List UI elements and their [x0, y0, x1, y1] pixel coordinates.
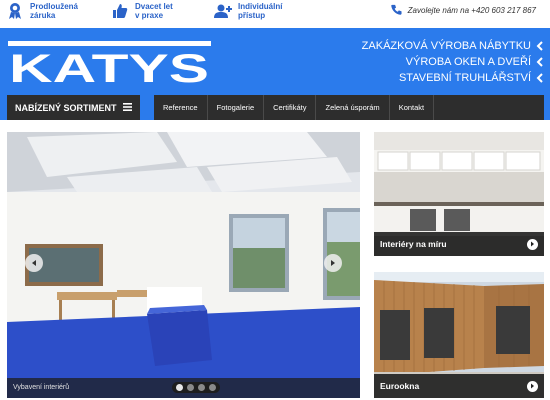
- chevron-right-icon: [330, 254, 336, 272]
- feature-text: Dvacet let v praxe: [135, 2, 173, 20]
- thumbs-up-icon: [111, 2, 129, 20]
- feature-text: Prodloužená záruka: [30, 2, 79, 20]
- main-nav: Reference Fotogalerie Certifikáty Zelená…: [154, 95, 544, 120]
- chevron-left-icon: [536, 73, 544, 83]
- chevron-left-icon: [536, 57, 544, 67]
- nav-zelena-usporam[interactable]: Zelená úsporám: [316, 95, 390, 120]
- katys-logo[interactable]: KATYS: [8, 41, 211, 91]
- slider-next-button[interactable]: [324, 254, 342, 272]
- svg-text:KATYS: KATYS: [9, 47, 209, 83]
- slider-prev-button[interactable]: [25, 254, 43, 272]
- feature-text: Individuální přístup: [238, 2, 283, 20]
- phone-icon: [390, 4, 402, 17]
- card-label: Interiéry na míru: [374, 232, 544, 256]
- slider-pagination: [172, 382, 220, 393]
- contact-phone[interactable]: Zavolejte nám na +420 603 217 867: [390, 4, 536, 17]
- feature-warranty: Prodloužená záruka: [6, 2, 78, 20]
- tagline-carpentry[interactable]: STAVEBNÍ TRUHLÁŘSTVÍ: [399, 72, 544, 84]
- hero-slider[interactable]: Vybavení interiérů: [7, 132, 360, 398]
- chevron-right-icon: [527, 380, 538, 392]
- top-info-bar: Prodloužená záruka Dvacet let v praxe Indi…: [0, 0, 550, 28]
- ribbon-icon: [6, 2, 24, 20]
- card-label: Eurookna: [374, 374, 544, 398]
- chevron-left-icon: [31, 254, 37, 272]
- slider-dot[interactable]: [198, 384, 205, 391]
- nav-reference[interactable]: Reference: [154, 95, 208, 120]
- chevron-left-icon: [536, 41, 544, 51]
- tagline-windows[interactable]: VÝROBA OKEN A DVEŘÍ: [406, 56, 544, 68]
- slider-dot[interactable]: [209, 384, 216, 391]
- nav-certifikaty[interactable]: Certifikáty: [264, 95, 317, 120]
- feature-experience: Dvacet let v praxe: [111, 2, 173, 20]
- feature-individual: Individuální přístup: [214, 2, 282, 20]
- classroom-photo: [7, 132, 360, 398]
- sortiment-menu-button[interactable]: NABÍZENÝ SORTIMENT: [7, 95, 140, 120]
- nav-fotogalerie[interactable]: Fotogalerie: [208, 95, 265, 120]
- slider-dot[interactable]: [176, 384, 183, 391]
- hamburger-icon: [123, 102, 132, 113]
- slider-dot[interactable]: [187, 384, 194, 391]
- user-add-icon: [214, 2, 232, 20]
- tagline-furniture[interactable]: ZAKÁZKOVÁ VÝROBA NÁBYTKU: [362, 40, 544, 52]
- card-windows[interactable]: Eurookna: [374, 272, 544, 398]
- chevron-right-icon: [527, 238, 538, 250]
- nav-kontakt[interactable]: Kontakt: [390, 95, 435, 120]
- card-interiors[interactable]: Interiéry na míru: [374, 132, 544, 256]
